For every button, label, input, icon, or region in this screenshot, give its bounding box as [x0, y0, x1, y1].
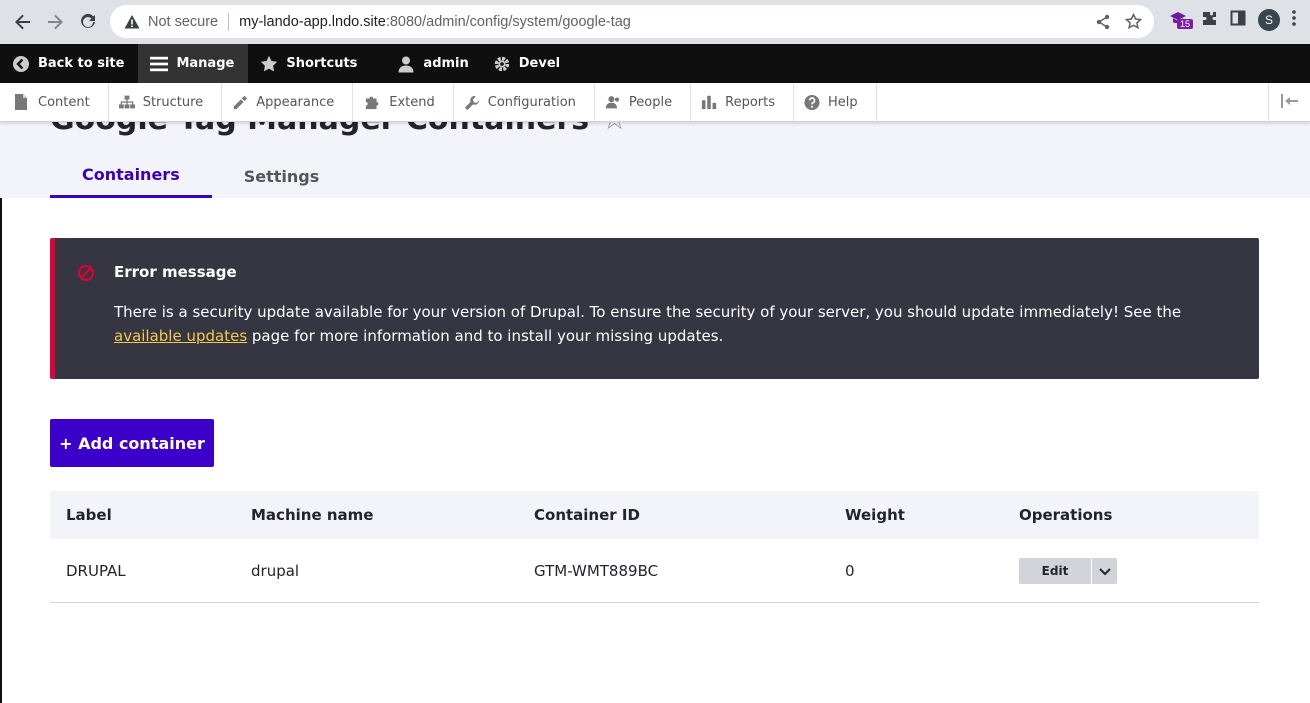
table-header: Label Machine name Container ID Weight O…	[50, 491, 1259, 539]
error-message-text-after: page for more information and to install…	[247, 327, 724, 345]
sitemap-icon	[118, 94, 135, 110]
admin-toolbar: Back to site Manage Shortcuts admin Deve…	[0, 44, 1310, 83]
tray-item-structure-label: Structure	[142, 94, 204, 110]
tray-item-reports-label: Reports	[725, 94, 775, 110]
edit-button[interactable]: Edit	[1019, 557, 1091, 584]
extension-hat-icon[interactable]: 15	[1169, 9, 1194, 31]
header-operations: Operations	[1019, 506, 1113, 524]
window-edge	[0, 122, 2, 703]
header-container-id: Container ID	[534, 506, 640, 524]
bookmark-star-icon[interactable]	[1124, 12, 1143, 34]
gear-icon	[493, 55, 511, 73]
header-weight: Weight	[845, 506, 905, 524]
back-arrow-icon[interactable]	[12, 11, 34, 33]
extensions-puzzle-icon[interactable]	[1201, 10, 1218, 31]
hamburger-icon	[150, 55, 169, 73]
tray-item-help[interactable]: Help	[794, 83, 877, 121]
shortcut-star-icon[interactable]: ☆	[601, 122, 628, 137]
tray-item-people[interactable]: People	[595, 83, 692, 121]
operations-toggle-button[interactable]	[1092, 557, 1117, 584]
tray-item-content-label: Content	[38, 94, 90, 110]
page-title: Google Tag Manager Containers ☆	[50, 122, 628, 137]
row-machine-name: drupal	[251, 561, 300, 580]
user-tab[interactable]: admin	[371, 44, 482, 83]
row-weight: 0	[845, 561, 855, 580]
header-machine-name: Machine name	[251, 506, 374, 524]
back-to-site-link[interactable]: Back to site	[0, 44, 138, 83]
row-label: DRUPAL	[66, 561, 126, 580]
user-label: admin	[423, 56, 469, 71]
manage-tab[interactable]: Manage	[138, 44, 249, 83]
help-icon	[804, 94, 820, 111]
collapse-arrow-icon	[1280, 93, 1299, 112]
error-icon	[77, 264, 95, 282]
tray-item-extend-label: Extend	[389, 94, 435, 110]
people-icon	[605, 94, 621, 110]
tray-item-appearance-label: Appearance	[256, 94, 335, 110]
page-header: Google Tag Manager Containers ☆ Container…	[0, 122, 1310, 198]
error-message-body: There is a security update available for…	[114, 300, 1214, 348]
manage-label: Manage	[176, 56, 235, 71]
error-message: Error message There is a security update…	[50, 238, 1259, 379]
user-icon	[397, 55, 415, 73]
document-icon	[14, 94, 30, 110]
tray-item-configuration[interactable]: Configuration	[454, 83, 595, 121]
tray-item-extend[interactable]: Extend	[353, 83, 454, 121]
tray-item-configuration-label: Configuration	[487, 94, 576, 110]
profile-avatar[interactable]: S	[1258, 9, 1280, 31]
tray-item-structure[interactable]: Structure	[109, 83, 223, 121]
tray-item-appearance[interactable]: Appearance	[222, 83, 354, 121]
url-text[interactable]: my-lando-app.lndo.site:8080/admin/config…	[239, 14, 631, 30]
add-container-button[interactable]: + Add container	[50, 419, 214, 467]
page-title-text: Google Tag Manager Containers	[50, 122, 589, 137]
browser-chrome: Not secure my-lando-app.lndo.site:8080/a…	[0, 0, 1310, 44]
wrench-icon	[464, 94, 480, 111]
tab-settings[interactable]: Settings	[212, 154, 352, 198]
tray-item-content[interactable]: Content	[0, 83, 109, 121]
forward-arrow-icon[interactable]	[44, 11, 66, 33]
back-to-site-label: Back to site	[38, 56, 125, 71]
share-icon[interactable]	[1095, 14, 1111, 34]
error-message-text-before: There is a security update available for…	[114, 303, 1182, 321]
tray-collapse-button[interactable]	[1268, 83, 1310, 121]
devel-label: Devel	[518, 56, 561, 71]
omnibox-divider	[228, 12, 230, 31]
devel-tab[interactable]: Devel	[483, 44, 574, 83]
primary-tabs: Containers Settings	[50, 154, 351, 198]
side-panel-icon[interactable]	[1230, 10, 1246, 30]
paintbrush-icon	[232, 94, 248, 110]
available-updates-link[interactable]: available updates	[114, 327, 247, 345]
containers-table: Label Machine name Container ID Weight O…	[50, 491, 1259, 603]
shortcuts-tab[interactable]: Shortcuts	[248, 44, 371, 83]
chevron-down-icon	[1098, 562, 1111, 580]
shortcuts-label: Shortcuts	[286, 56, 358, 71]
header-label: Label	[66, 506, 112, 524]
tray-item-help-label: Help	[828, 94, 858, 110]
warning-icon	[124, 14, 140, 30]
bar-chart-icon	[701, 94, 717, 110]
puzzle-icon	[365, 94, 381, 110]
extension-badge: 15	[1177, 19, 1194, 29]
reload-icon[interactable]	[77, 11, 99, 33]
operations-dropbutton: Edit	[1019, 557, 1117, 584]
admin-tray: Content Structure Appearance Extend Conf…	[0, 83, 1310, 122]
url-host: my-lando-app.lndo.site	[239, 13, 386, 30]
kebab-menu-icon[interactable]	[1292, 10, 1296, 30]
address-bar[interactable]: Not secure my-lando-app.lndo.site:8080/a…	[110, 5, 1154, 38]
tab-containers[interactable]: Containers	[50, 154, 212, 198]
error-message-title: Error message	[114, 263, 237, 281]
back-circle-icon	[12, 55, 30, 73]
table-row: DRUPAL drupal GTM-WMT889BC 0 Edit	[50, 539, 1259, 603]
security-label[interactable]: Not secure	[148, 14, 218, 30]
tray-item-reports[interactable]: Reports	[691, 83, 794, 121]
tray-item-people-label: People	[628, 94, 673, 110]
url-path: :8080/admin/config/system/google-tag	[385, 13, 631, 30]
star-icon	[260, 55, 278, 73]
row-container-id: GTM-WMT889BC	[534, 561, 659, 580]
